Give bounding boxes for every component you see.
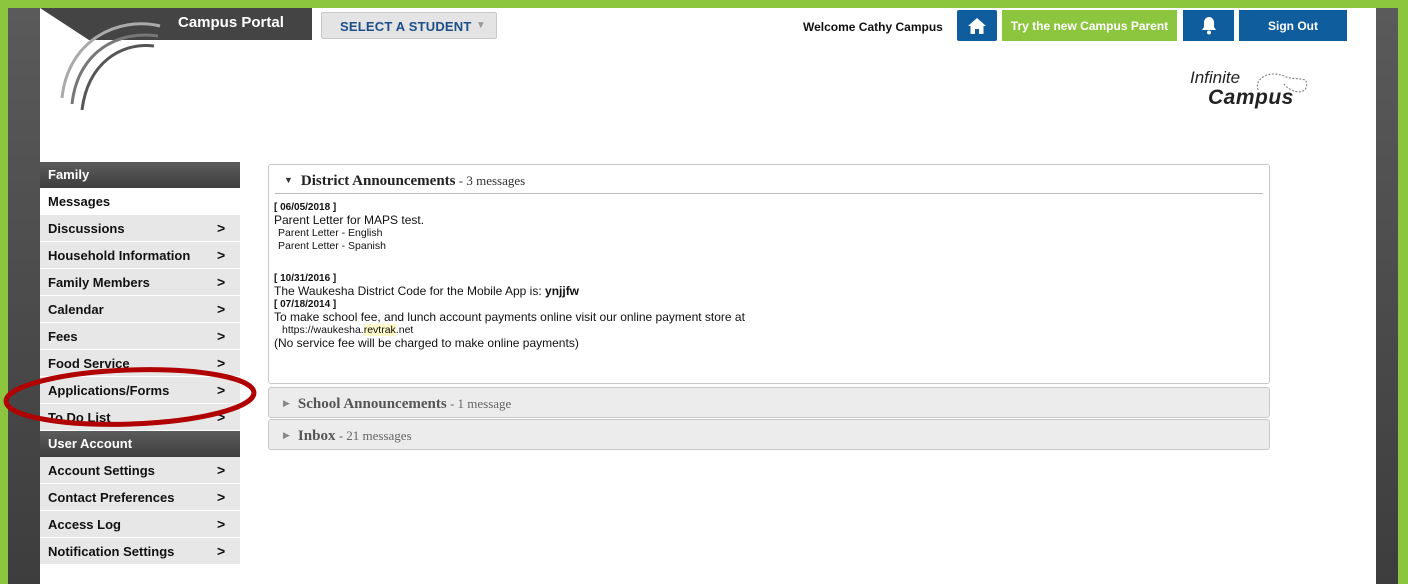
sidebar-item-account-settings[interactable]: Account Settings >: [40, 457, 240, 484]
sidebar-item-label: Account Settings: [48, 463, 155, 478]
link-part-highlighted: revtrak: [363, 324, 396, 336]
sidebar-item-calendar[interactable]: Calendar >: [40, 296, 240, 323]
infinite-campus-logo: Infinite Campus: [1186, 64, 1316, 114]
home-icon: [968, 17, 986, 34]
chevron-right-icon: >: [217, 328, 226, 344]
sidebar-item-label: Messages: [48, 194, 111, 209]
sidebar-item-label: Access Log: [48, 517, 121, 532]
chevron-right-icon: >: [217, 543, 226, 559]
sidebar-item-contact-preferences[interactable]: Contact Preferences >: [40, 484, 240, 511]
sidebar-item-label: Discussions: [48, 221, 125, 236]
school-announcements-header[interactable]: ▶ School Announcements - 1 message: [269, 388, 1269, 413]
sign-out-button[interactable]: Sign Out: [1239, 10, 1347, 41]
link-part: .net: [395, 324, 414, 336]
district-announcements-panel: ▼ District Announcements - 3 messages [ 0…: [268, 164, 1270, 384]
inbox-panel[interactable]: ▶ Inbox - 21 messages: [268, 419, 1270, 450]
try-campus-parent-button[interactable]: Try the new Campus Parent: [1002, 10, 1177, 41]
sidebar-item-discussions[interactable]: Discussions >: [40, 215, 240, 242]
chevron-right-icon: >: [217, 462, 226, 478]
district-announcements-title: District Announcements: [300, 173, 456, 189]
district-announcements-count: - 3 messages: [455, 173, 526, 188]
triangle-right-icon: ▶: [283, 430, 290, 440]
left-gutter: [8, 8, 40, 584]
sidebar-item-label: Fees: [48, 329, 78, 344]
message-note: (No service fee will be charged to make …: [274, 336, 579, 350]
district-messages: [ 06/05/2018 ] Parent Letter for MAPS te…: [269, 194, 1269, 350]
district-code: ynjjfw: [545, 284, 580, 298]
chevron-right-icon: >: [217, 516, 226, 532]
message-text: To make school fee, and lunch account pa…: [274, 310, 745, 324]
link-part: https://waukesha.: [282, 324, 364, 336]
logo-line-1: Infinite: [1190, 68, 1241, 87]
message-text-prefix: The Waukesha District Code for the Mobil…: [274, 284, 546, 298]
attachment-link[interactable]: Parent Letter - Spanish: [274, 240, 1269, 253]
highlight-ellipse: [3, 367, 257, 427]
school-announcements-title: School Announcements: [297, 396, 447, 412]
home-button[interactable]: [957, 10, 997, 41]
district-announcements-header[interactable]: ▼ District Announcements - 3 messages: [275, 165, 1263, 194]
sidebar-item-label: Notification Settings: [48, 544, 175, 559]
bell-icon: [1201, 16, 1216, 34]
notifications-button[interactable]: [1183, 10, 1234, 41]
inbox-header[interactable]: ▶ Inbox - 21 messages: [269, 420, 1269, 445]
sidebar-item-family-members[interactable]: Family Members >: [40, 269, 240, 296]
right-gutter: [1376, 8, 1398, 584]
sidebar-item-label: Contact Preferences: [48, 490, 175, 505]
sidebar: Family Messages Discussions > Household …: [40, 162, 240, 565]
sidebar-item-label: Calendar: [48, 302, 104, 317]
logo-loop-icon: [1256, 73, 1308, 93]
top-bar: Campus Portal SELECT A STUDENT ▼ Welcome…: [40, 8, 1376, 41]
sidebar-item-access-log[interactable]: Access Log >: [40, 511, 240, 538]
sidebar-item-fees[interactable]: Fees >: [40, 323, 240, 350]
attachment-link[interactable]: Parent Letter - English: [274, 227, 1269, 240]
sidebar-item-label: Household Information: [48, 248, 191, 263]
sidebar-item-notification-settings[interactable]: Notification Settings >: [40, 538, 240, 565]
sidebar-item-messages[interactable]: Messages: [40, 188, 240, 215]
sidebar-header-user-account: User Account: [40, 431, 240, 457]
select-student-dropdown[interactable]: SELECT A STUDENT ▼: [321, 12, 497, 39]
chevron-right-icon: >: [217, 220, 226, 236]
chevron-down-icon: ▼: [475, 20, 486, 31]
select-student-label: SELECT A STUDENT: [340, 19, 472, 34]
inbox-count: - 21 messages: [335, 428, 412, 443]
school-announcements-count: - 1 message: [446, 396, 512, 411]
sidebar-header-family: Family: [40, 162, 240, 188]
chevron-right-icon: >: [217, 301, 226, 317]
school-announcements-panel[interactable]: ▶ School Announcements - 1 message: [268, 387, 1270, 418]
portal-title: Campus Portal: [178, 14, 284, 31]
inbox-title: Inbox: [297, 428, 336, 444]
welcome-text: Welcome Cathy Campus: [803, 20, 943, 34]
chevron-right-icon: >: [217, 247, 226, 263]
chevron-right-icon: >: [217, 274, 226, 290]
message-text: The Waukesha District Code for the Mobil…: [274, 285, 1269, 298]
sidebar-item-household-information[interactable]: Household Information >: [40, 242, 240, 269]
chevron-right-icon: >: [217, 489, 226, 505]
sidebar-item-label: Family Members: [48, 275, 150, 290]
triangle-down-icon: ▼: [284, 175, 293, 185]
message-text: Parent Letter for MAPS test.: [274, 213, 425, 227]
swoosh-logo-icon: [60, 22, 161, 111]
triangle-right-icon: ▶: [283, 398, 290, 408]
